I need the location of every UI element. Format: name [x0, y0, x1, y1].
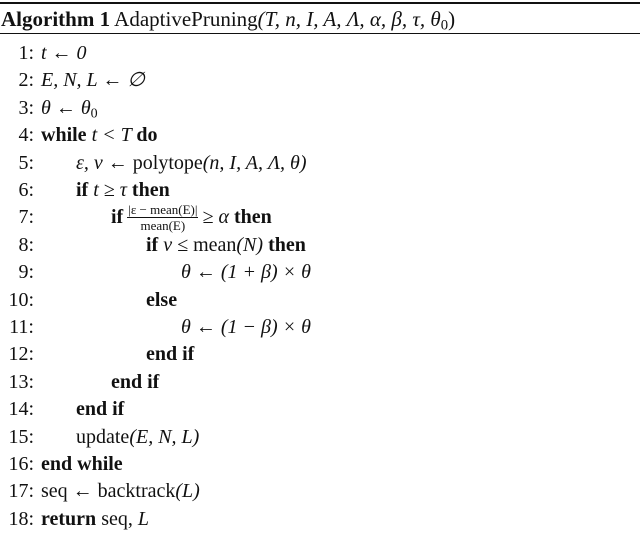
expression: L [137, 507, 149, 530]
line-number: 1: [18, 42, 34, 64]
expression: E, N, L ← ∅ [41, 69, 145, 92]
algorithm-line: 12: end if [0, 341, 640, 368]
algorithm-line: 4: while t < T do [0, 122, 640, 149]
line-number: 9: [18, 261, 34, 284]
algorithm-line: 11: θ ← (1 − β) × θ [0, 314, 640, 341]
keyword: else [146, 288, 178, 311]
expression: (n, I, A, Λ, θ) [202, 151, 307, 174]
algorithm-line: 7: if |ε − mean(E)| mean(E) ≥ α then [0, 202, 640, 234]
expression: θ ← θ [41, 96, 91, 119]
line-number: 17: [8, 480, 34, 503]
algorithm-line: 14: end if [0, 396, 640, 423]
line-number: 5: [18, 151, 34, 174]
expression: θ ← (1 − β) × θ [181, 316, 311, 338]
line-number: 15: [8, 425, 34, 448]
expression: seq ← backtrack [41, 480, 176, 503]
line-number: 18: [8, 507, 34, 530]
expression: ≥ α [202, 206, 234, 229]
line-number: 7: [18, 206, 34, 229]
line-content: t ← 0 [41, 40, 87, 67]
algorithm-label: Algorithm 1 [1, 7, 111, 31]
keyword: if [111, 206, 124, 229]
algorithm-line: 5: ε, ν ← polytope(n, I, A, Λ, θ) [0, 150, 640, 177]
line-content: end if [76, 396, 124, 423]
keyword: then [268, 233, 306, 256]
line-content: while t < T do [41, 122, 158, 149]
line-content: end if [146, 341, 194, 368]
algorithm-line: 10: else [0, 287, 640, 314]
line-number: 8: [18, 233, 34, 256]
fraction-numerator: |ε − mean(E)| [127, 202, 199, 219]
line-content: return seq, L [41, 506, 149, 533]
line-number: 13: [8, 370, 34, 393]
fraction-denominator: mean(E) [140, 218, 186, 234]
algorithm-line: 17: seq ← backtrack(L) [0, 478, 640, 505]
line-content: end while [41, 451, 123, 478]
algorithm-params: (T, n, I, A, Λ, α, β, τ, θ [257, 7, 441, 31]
algorithm-line: 8: if ν ≤ mean(N) then [0, 232, 640, 259]
expression: polytope [132, 151, 203, 174]
algorithm-line: 6: if t ≥ τ then [0, 177, 640, 204]
line-content: θ ← (1 + β) × θ [181, 259, 311, 286]
expression: t ← 0 [41, 42, 87, 64]
line-number: 10: [8, 288, 34, 311]
expression: t ≥ τ [93, 179, 132, 201]
algorithm-line: 3: θ ← θ0 [0, 95, 640, 122]
expression: update [76, 425, 130, 448]
algorithm-line: 15: update(E, N, L) [0, 424, 640, 451]
expression: ε, ν ← [76, 151, 133, 174]
subscript: 0 [90, 106, 98, 122]
algorithm-line: 13: end if [0, 369, 640, 396]
line-number: 12: [8, 343, 34, 366]
expression: (E, N, L) [129, 425, 200, 448]
line-number: 2: [18, 69, 34, 92]
algorithm-name: AdaptivePruning [114, 7, 258, 31]
expression: mean [193, 233, 237, 256]
top-rule [0, 2, 640, 4]
keyword: end if [111, 370, 160, 393]
line-number: 14: [8, 398, 34, 421]
line-content: if |ε − mean(E)| mean(E) ≥ α then [111, 202, 272, 234]
line-number: 4: [18, 124, 34, 147]
keyword: do [136, 124, 158, 147]
algorithm-line: 16: end while [0, 451, 640, 478]
line-content: else [146, 287, 177, 314]
keyword: end if [76, 398, 125, 421]
line-number: 3: [18, 96, 34, 119]
expression: seq, [101, 507, 138, 530]
line-content: if ν ≤ mean(N) then [146, 232, 306, 259]
expression: t < T [91, 124, 137, 147]
algorithm-params-sub: 0 [440, 17, 449, 34]
algorithm-line: 1: t ← 0 [0, 40, 640, 67]
expression: θ ← (1 + β) × θ [181, 261, 311, 284]
line-content: seq ← backtrack(L) [41, 478, 200, 505]
line-content: θ ← (1 − β) × θ [181, 314, 311, 341]
keyword: return [41, 507, 102, 530]
algorithm-line: 9: θ ← (1 + β) × θ [0, 259, 640, 286]
line-content: ε, ν ← polytope(n, I, A, Λ, θ) [76, 150, 307, 177]
keyword: while [41, 124, 92, 147]
keyword: end if [146, 343, 195, 366]
line-number: 16: [8, 453, 34, 475]
keyword: end while [41, 453, 123, 475]
expression: ν ≤ [163, 233, 194, 256]
expression: (N) [236, 233, 269, 256]
line-number: 6: [18, 179, 34, 201]
line-content: update(E, N, L) [76, 424, 199, 451]
line-content: end if [111, 369, 159, 396]
keyword: if [146, 233, 164, 256]
keyword: if [76, 179, 94, 201]
algorithm-line: 18: return seq, L [0, 506, 640, 533]
algorithm-params-close: ) [448, 7, 456, 31]
line-content: if t ≥ τ then [76, 177, 170, 204]
caption-rule [0, 33, 640, 34]
keyword: then [131, 179, 170, 201]
fraction: |ε − mean(E)| mean(E) [127, 202, 199, 234]
algorithm-line: 2: E, N, L ← ∅ [0, 67, 640, 94]
expression: (L) [175, 480, 200, 503]
line-content: E, N, L ← ∅ [41, 67, 145, 94]
keyword: then [233, 206, 272, 229]
line-number: 11: [9, 316, 34, 338]
